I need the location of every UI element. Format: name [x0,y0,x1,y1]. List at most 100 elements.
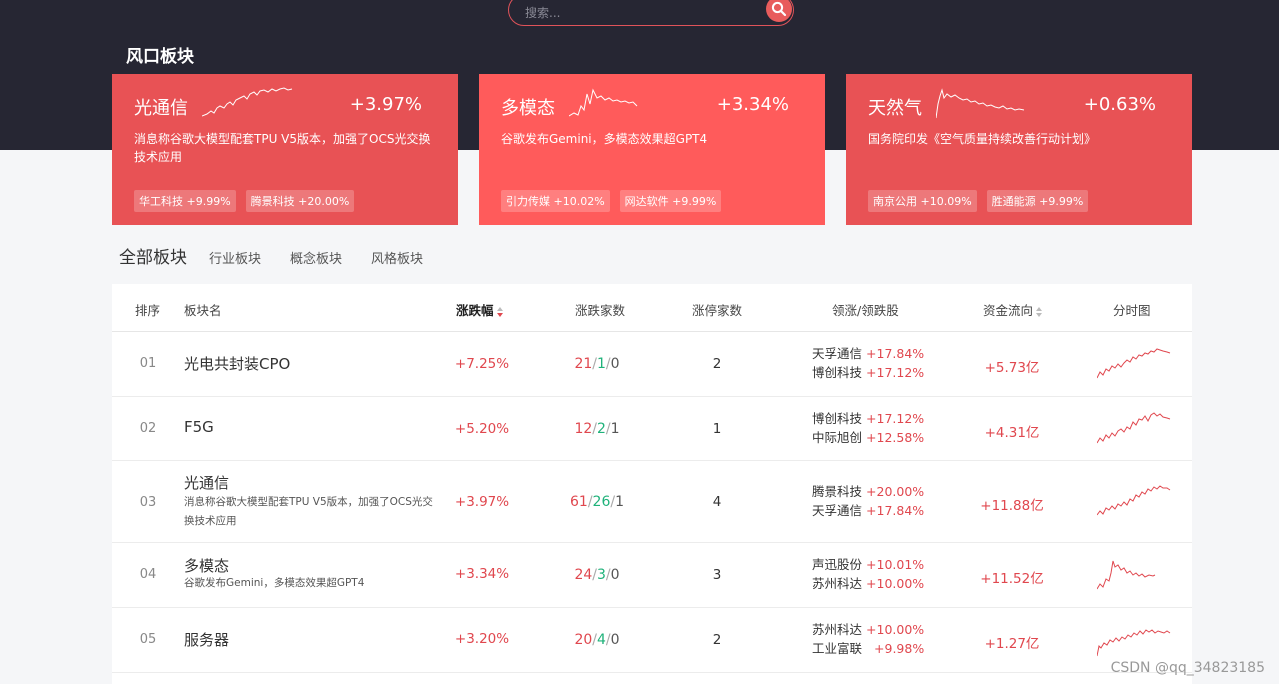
hot-card-3[interactable]: 天然气 +0.63% 国务院印发《空气质量持续改善行动计划》 南京公用 +10.… [846,74,1192,225]
header-counts: 涨跌家数 [575,303,626,318]
row-rank: 01 [139,356,157,371]
header-change-sort[interactable]: 涨跌幅 [456,300,504,319]
row-leaders: 苏州科达 +10.00% 工业富联 +9.98% [812,620,924,658]
search-box[interactable] [508,0,794,26]
table-row[interactable]: 04 多模态 谷歌发布Gemini，多模态效果超GPT4 +3.34% 24/3… [112,543,1192,608]
leader-stock[interactable]: 苏州科达 +10.00% [812,574,924,593]
row-up-flat-down: 12/2/1 [574,421,620,437]
card-tag-stock[interactable]: 引力传媒 +10.02% [501,190,610,212]
row-change: +7.25% [454,356,510,372]
leader-stock[interactable]: 博创科技 +17.12% [812,363,924,382]
row-intraday-chart [1097,560,1156,590]
header-change-label: 涨跌幅 [456,303,494,318]
card-change: +3.97% [349,94,422,115]
row-sector-name[interactable]: 服务器 [184,629,229,650]
row-limit-up: 2 [712,356,722,372]
leader-stock[interactable]: 腾景科技 +20.00% [812,482,924,501]
card-name: 多模态 [501,98,555,119]
sort-icon [1036,306,1043,317]
row-sector-description: 消息称谷歌大模型配套TPU V5版本，加强了OCS光交换技术应用 [184,496,433,527]
row-sector-name[interactable]: F5G [184,418,214,436]
row-limit-up: 3 [712,567,722,583]
hot-card-1[interactable]: 光通信 +3.97% 消息称谷歌大模型配套TPU V5版本，加强了OCS光交换技… [112,74,458,225]
row-change: +3.34% [454,566,510,582]
header-limit-up: 涨停家数 [692,303,743,318]
sector-table: 排序 板块名 涨跌幅 涨跌家数 涨停家数 领涨/领跌股 资金流向 分时图 01 … [112,284,1192,684]
header-rank: 排序 [135,303,161,318]
row-rank: 05 [139,632,157,647]
table-row[interactable]: 02 F5G +5.20% 12/2/1 1 博创科技 +17.12% 中际旭创 +… [112,397,1192,461]
search-input[interactable] [523,3,757,23]
row-sector-name[interactable]: 光通信 [184,472,229,493]
card-sparkline [569,88,638,117]
table-row[interactable]: 01 光电共封装CPO +7.25% 21/1/0 2 天孚通信 +17.84% … [112,332,1192,397]
sector-tabs: 全部板块 行业板块 概念板块 风格板块 [119,243,452,268]
header-flow-label: 资金流向 [983,303,1034,318]
sort-desc-icon [496,306,503,317]
row-leaders: 腾景科技 +20.00% 天孚通信 +17.84% [812,482,924,520]
table-row[interactable]: 05 服务器 +3.20% 20/4/0 2 苏州科达 +10.00% 工业富联 +… [112,608,1192,673]
row-sector-description: 谷歌发布Gemini，多模态效果超GPT4 [184,577,365,589]
card-name: 天然气 [868,98,922,119]
row-up-flat-down: 21/1/0 [574,356,620,372]
row-fund-flow: +11.52亿 [980,571,1044,587]
row-up-flat-down: 20/4/0 [574,632,620,648]
row-fund-flow: +5.73亿 [984,360,1040,376]
row-rank: 03 [139,495,157,510]
section-title: 风口板块 [126,47,194,67]
card-name: 光通信 [134,98,188,119]
card-description: 国务院印发《空气质量持续改善行动计划》 [868,132,1097,146]
leader-stock[interactable]: 天孚通信 +17.84% [812,344,924,363]
card-description: 消息称谷歌大模型配套TPU V5版本，加强了OCS光交换技术应用 [134,132,431,164]
leader-stock[interactable]: 博创科技 +17.12% [812,409,924,428]
row-rank: 04 [139,567,157,582]
card-tag-stock[interactable]: 华工科技 +9.99% [134,190,236,212]
leader-stock[interactable]: 工业富联 +9.98% [812,639,924,658]
card-tag-stock[interactable]: 南京公用 +10.09% [868,190,977,212]
row-limit-up: 4 [712,494,722,510]
row-sector-name[interactable]: 光电共封装CPO [184,353,290,374]
table-row[interactable]: 03 光通信 消息称谷歌大模型配套TPU V5版本，加强了OCS光交换技术应用 … [112,461,1192,543]
card-tag-stock[interactable]: 腾景科技 +20.00% [245,190,355,212]
row-change: +3.20% [454,631,510,647]
tab-all-sectors[interactable]: 全部板块 [119,243,187,268]
row-up-flat-down: 61/26/1 [569,494,624,510]
leader-stock[interactable]: 天孚通信 +17.84% [812,501,924,520]
row-leaders: 声迅股份 +10.01% 苏州科达 +10.00% [812,555,924,593]
hot-card-2[interactable]: 多模态 +3.34% 谷歌发布Gemini，多模态效果超GPT4 引力传媒 +1… [479,74,825,225]
tab-industry[interactable]: 行业板块 [209,248,261,267]
leader-stock[interactable]: 声迅股份 +10.01% [812,555,924,574]
row-intraday-chart [1097,412,1171,444]
card-sparkline [202,87,293,117]
row-intraday-chart [1097,348,1171,379]
card-change: +3.34% [716,94,789,115]
table-header: 排序 板块名 涨跌幅 涨跌家数 涨停家数 领涨/领跌股 资金流向 分时图 [112,284,1192,332]
card-tag-stock[interactable]: 胜通能源 +9.99% [986,190,1089,212]
row-fund-flow: +11.88亿 [980,498,1044,514]
row-intraday-chart [1097,629,1171,657]
leader-stock[interactable]: 中际旭创 +12.58% [812,428,924,447]
header-intraday: 分时图 [1113,303,1151,318]
tab-style[interactable]: 风格板块 [371,248,423,267]
row-leaders: 博创科技 +17.12% 中际旭创 +12.58% [812,409,924,447]
row-fund-flow: +1.27亿 [984,636,1040,652]
row-change: +3.97% [454,494,510,510]
row-leaders: 天孚通信 +17.84% 博创科技 +17.12% [812,344,924,382]
row-limit-up: 1 [712,421,722,437]
row-fund-flow: +4.31亿 [984,425,1040,441]
card-tag-stock[interactable]: 网达软件 +9.99% [619,190,722,212]
card-description: 谷歌发布Gemini，多模态效果超GPT4 [501,132,708,146]
header-flow-sort[interactable]: 资金流向 [983,300,1043,319]
row-intraday-chart [1097,485,1171,516]
row-rank: 02 [139,421,157,436]
search-icon [771,1,787,17]
row-change: +5.20% [454,421,510,437]
row-sector-name[interactable]: 多模态 [184,555,229,576]
tab-concept[interactable]: 概念板块 [290,248,342,267]
card-sparkline [936,88,1025,119]
header-name: 板块名 [184,303,222,318]
row-limit-up: 2 [712,632,722,648]
row-up-flat-down: 24/3/0 [574,567,620,583]
leader-stock[interactable]: 苏州科达 +10.00% [812,620,924,639]
search-button[interactable] [766,0,792,22]
